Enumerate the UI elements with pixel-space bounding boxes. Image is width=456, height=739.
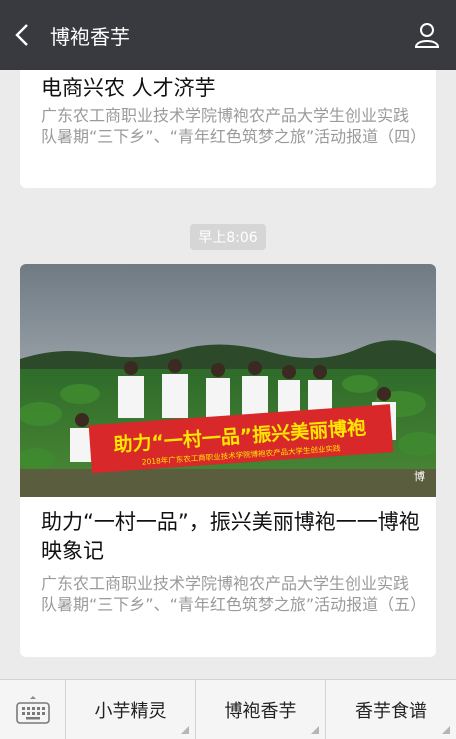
submenu-indicator-icon xyxy=(181,726,189,734)
menu-item-label: 香芋食谱 xyxy=(355,701,427,722)
top-bar: 博袍香芋 xyxy=(0,0,456,70)
menu-item-label: 博袍香芋 xyxy=(224,701,297,722)
article-card[interactable]: 电商兴农 人才济芋 广东农工商职业技术学院博袍农产品大学生创业实践队暑期“三下乡… xyxy=(20,70,436,188)
article-cover-image: 助力“一村一品”振兴美丽博袍 2018年广东农工商职业技术学院博袍农产品大学生创… xyxy=(20,264,436,497)
watermark-text: 博 xyxy=(414,470,425,483)
bottom-menu-bar: 小芋精灵 博袍香芋 香芋食谱 xyxy=(0,679,456,739)
chevron-left-icon xyxy=(15,24,28,46)
menu-item-xiaoyu-jingling[interactable]: 小芋精灵 xyxy=(66,680,196,739)
article-description: 广东农工商职业技术学院博袍农产品大学生创业实践队暑期“三下乡”、“青年红色筑梦之… xyxy=(41,574,427,614)
menu-item-xiangyu-shipu[interactable]: 香芋食谱 xyxy=(326,680,456,739)
person-icon[interactable] xyxy=(414,22,440,48)
page-title: 博袍香芋 xyxy=(50,24,130,49)
submenu-indicator-icon xyxy=(311,726,319,734)
submenu-indicator-icon xyxy=(442,726,450,734)
message-list[interactable]: 电商兴农 人才济芋 广东农工商职业技术学院博袍农产品大学生创业实践队暑期“三下乡… xyxy=(0,70,456,679)
keyboard-icon xyxy=(15,696,50,724)
article-card[interactable]: 助力“一村一品”振兴美丽博袍 2018年广东农工商职业技术学院博袍农产品大学生创… xyxy=(20,264,436,657)
menu-item-label: 小芋精灵 xyxy=(94,701,167,722)
article-title: 助力“一村一品”，振兴美丽博袍一一博袍映象记 xyxy=(41,510,420,563)
menu-item-bopao-xiangyu[interactable]: 博袍香芋 xyxy=(196,680,326,739)
timestamp: 早上8:06 xyxy=(190,224,266,250)
back-button[interactable] xyxy=(0,0,44,70)
article-description: 广东农工商职业技术学院博袍农产品大学生创业实践队暑期“三下乡”、“青年红色筑梦之… xyxy=(41,106,427,146)
article-title: 电商兴农 人才济芋 xyxy=(41,76,216,100)
keyboard-toggle-button[interactable] xyxy=(0,680,66,739)
